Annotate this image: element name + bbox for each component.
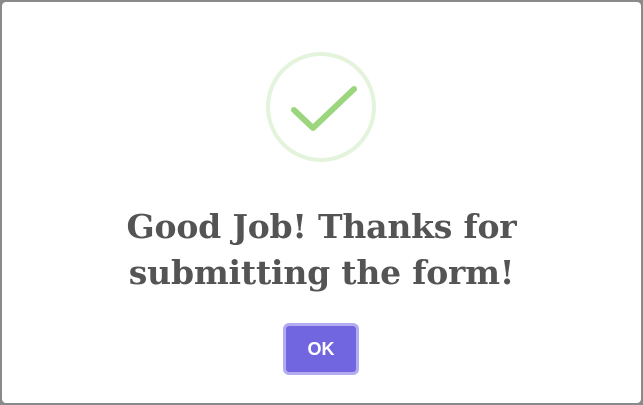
- success-checkmark-icon: [266, 52, 376, 162]
- success-dialog: Good Job! Thanks for submitting the form…: [2, 2, 641, 403]
- dialog-title: Good Job! Thanks for submitting the form…: [126, 207, 517, 292]
- ok-button[interactable]: OK: [283, 323, 359, 375]
